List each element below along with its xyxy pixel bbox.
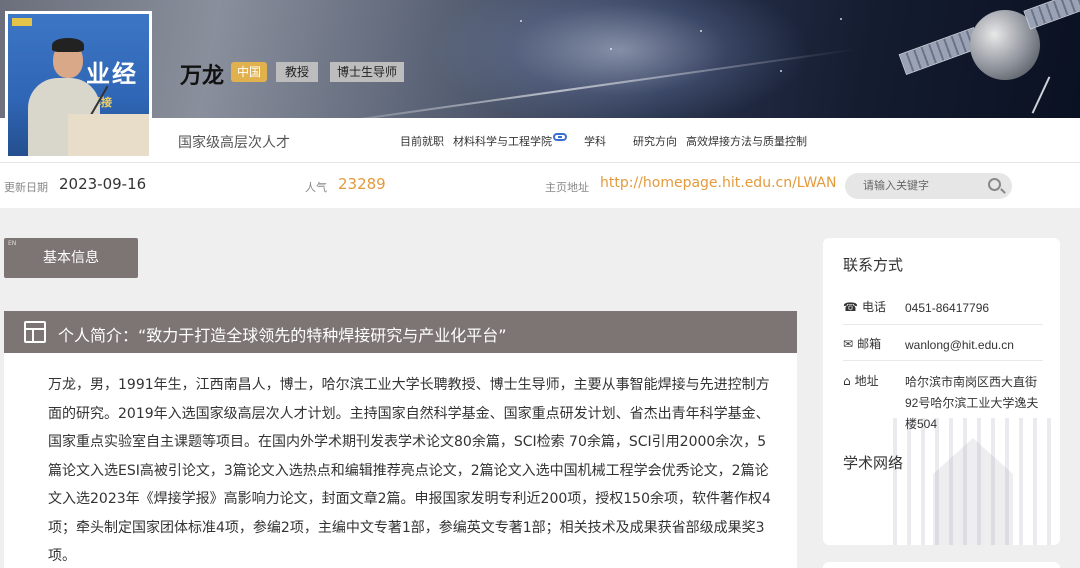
satellite-antenna	[1031, 76, 1051, 114]
research-label: 研究方向	[633, 135, 677, 148]
mail-icon: ✉	[843, 337, 854, 351]
intro-body: 万龙，男，1991年生，江西南昌人，博士，哈尔滨工业大学长聘教授、博士生导师，主…	[4, 353, 797, 568]
address-label: 地址	[854, 374, 879, 388]
podium	[68, 114, 149, 156]
profile-photo: 业经 焊接	[5, 11, 152, 159]
research-value: 高效焊接方法与质量控制	[686, 135, 807, 148]
phone-value: 0451-86417796	[905, 301, 990, 315]
link-icon[interactable]	[553, 133, 567, 141]
homepage-link[interactable]: http://homepage.hit.edu.cn/LWAN	[600, 175, 836, 191]
divider	[843, 360, 1043, 361]
banner-star	[520, 20, 522, 22]
advisor-badge: 博士生导师	[330, 62, 404, 82]
update-date-label: 更新日期	[4, 181, 48, 194]
banner-star	[780, 70, 782, 72]
popularity-value: 23289	[338, 175, 386, 193]
banner-star	[700, 30, 702, 32]
phone-icon: ☎	[843, 300, 858, 314]
intro-header: 个人简介：“致力于打造全球领先的特种焊接研究与产业化平台”	[4, 311, 797, 353]
stats-strip: 更新日期 2023-09-16 人气 23289 主页地址 http://hom…	[0, 163, 1080, 208]
intro-text: 万龙，男，1991年生，江西南昌人，博士，哈尔滨工业大学长聘教授、博士生导师，主…	[48, 377, 771, 564]
satellite-panel	[898, 26, 982, 76]
country-badge: 中国	[231, 62, 268, 82]
title-badge: 教授	[276, 62, 318, 82]
talent-title: 国家级高层次人才	[178, 135, 290, 151]
email-value[interactable]: wanlong@hit.edu.cn	[905, 335, 1045, 356]
intro-title: 个人简介：“致力于打造全球领先的特种焊接研究与产业化平台”	[58, 326, 507, 345]
profile-name: 万龙	[180, 63, 225, 89]
photo-tag	[12, 18, 32, 26]
satellite-graphic	[890, 0, 1080, 118]
contact-title: 联系方式	[843, 256, 904, 274]
search-input[interactable]	[845, 173, 1012, 199]
employment-link[interactable]: 材料科学与工程学院	[453, 133, 552, 149]
person-hair	[52, 38, 84, 52]
satellite-panel	[1023, 0, 1080, 30]
homepage-label: 主页地址	[545, 181, 589, 194]
email-label: 邮箱	[857, 337, 882, 351]
contact-panel: 联系方式 ☎ 电话 0451-86417796 ✉ 邮箱 wanlong@hit.e…	[823, 238, 1060, 545]
basic-info-button[interactable]: EN 基本信息	[4, 238, 138, 278]
update-date-value: 2023-09-16	[59, 175, 147, 193]
banner-star	[840, 18, 842, 20]
academic-network-title: 学术网络	[843, 454, 904, 472]
search-icon[interactable]	[988, 178, 1001, 191]
address-value: 哈尔滨市南岗区西大直街92号哈尔滨工业大学逸夫楼504	[905, 375, 1039, 431]
english-switch[interactable]: EN	[8, 240, 16, 248]
divider	[843, 324, 1043, 325]
layout-icon	[24, 321, 46, 343]
subject-label: 学科	[584, 135, 606, 148]
employment-label: 目前就职	[400, 135, 444, 148]
popularity-label: 人气	[305, 181, 327, 194]
secondary-panel	[823, 562, 1060, 568]
banner-star	[610, 48, 612, 50]
info-strip: 国家级高层次人才 目前就职 材料科学与工程学院 学科 研究方向 高效焊接方法与质…	[0, 118, 1080, 163]
home-icon: ⌂	[843, 374, 851, 388]
header-banner	[0, 0, 1080, 118]
photo-slogan: 业经	[86, 60, 138, 88]
phone-label: 电话	[861, 300, 886, 314]
basic-info-label: 基本信息	[43, 250, 99, 266]
